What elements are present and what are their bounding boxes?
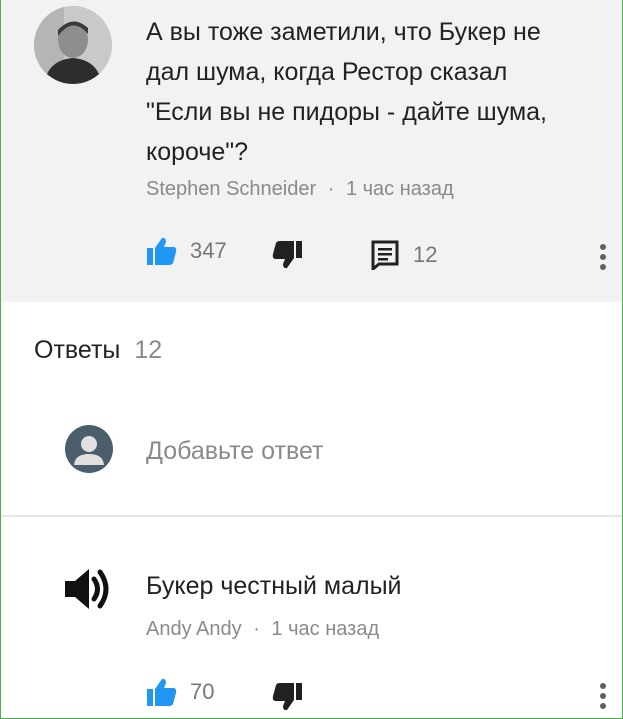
replies-button[interactable]: 12	[371, 240, 437, 270]
replies-count: 12	[413, 242, 438, 267]
thumbs-down-icon	[272, 241, 302, 269]
reply-dislike-button[interactable]	[271, 682, 303, 712]
meta-separator: ·	[327, 178, 335, 200]
reply-author-name[interactable]: Andy Andy	[146, 618, 242, 640]
comment-text: А вы тоже заметили, что Букер не дал шум…	[146, 12, 606, 172]
replies-label: Ответы	[34, 336, 121, 364]
timestamp: 1 час назад	[345, 178, 454, 200]
default-avatar-icon	[74, 436, 104, 465]
like-count: 347	[190, 238, 227, 263]
thumbs-down-icon	[272, 683, 302, 711]
reply-text: Букер честный малый	[146, 572, 402, 600]
comment-line: дал шума, когда Рестор сказал	[146, 58, 508, 86]
replies-total: 12	[134, 336, 163, 364]
user-photo-icon	[34, 6, 112, 84]
comment-line: "Если вы не пидоры - дайте шума,	[146, 98, 547, 126]
reply-like-count: 70	[190, 679, 215, 704]
current-user-avatar	[65, 425, 113, 473]
meta-separator: ·	[253, 618, 260, 640]
dislike-button[interactable]	[271, 240, 303, 270]
avatar[interactable]	[34, 6, 112, 84]
top-comment: А вы тоже заметили, что Букер не дал шум…	[1, 0, 622, 302]
like-button[interactable]: 347	[146, 236, 227, 266]
more-options-icon[interactable]	[599, 244, 607, 270]
speaker-icon	[65, 569, 109, 609]
reply-meta: Andy Andy · 1 час назад	[146, 618, 379, 641]
reply-avatar[interactable]	[63, 564, 113, 619]
reply-more-options-icon[interactable]	[599, 683, 607, 709]
thumbs-up-icon	[147, 237, 177, 265]
comment-meta: Stephen Schneider · 1 час назад	[146, 178, 454, 201]
divider	[1, 515, 622, 517]
reply-timestamp: 1 час назад	[271, 618, 380, 640]
comment-line: короче"?	[146, 138, 249, 166]
comment-line: А вы тоже заметили, что Букер не	[146, 18, 541, 46]
author-name[interactable]: Stephen Schneider	[146, 178, 316, 200]
thumbs-up-icon	[147, 678, 177, 706]
replies-header: Ответы 12	[34, 336, 162, 365]
comment-icon	[371, 240, 399, 270]
reply-like-button[interactable]: 70	[146, 677, 214, 707]
add-reply-input[interactable]: Добавьте ответ	[146, 437, 323, 466]
